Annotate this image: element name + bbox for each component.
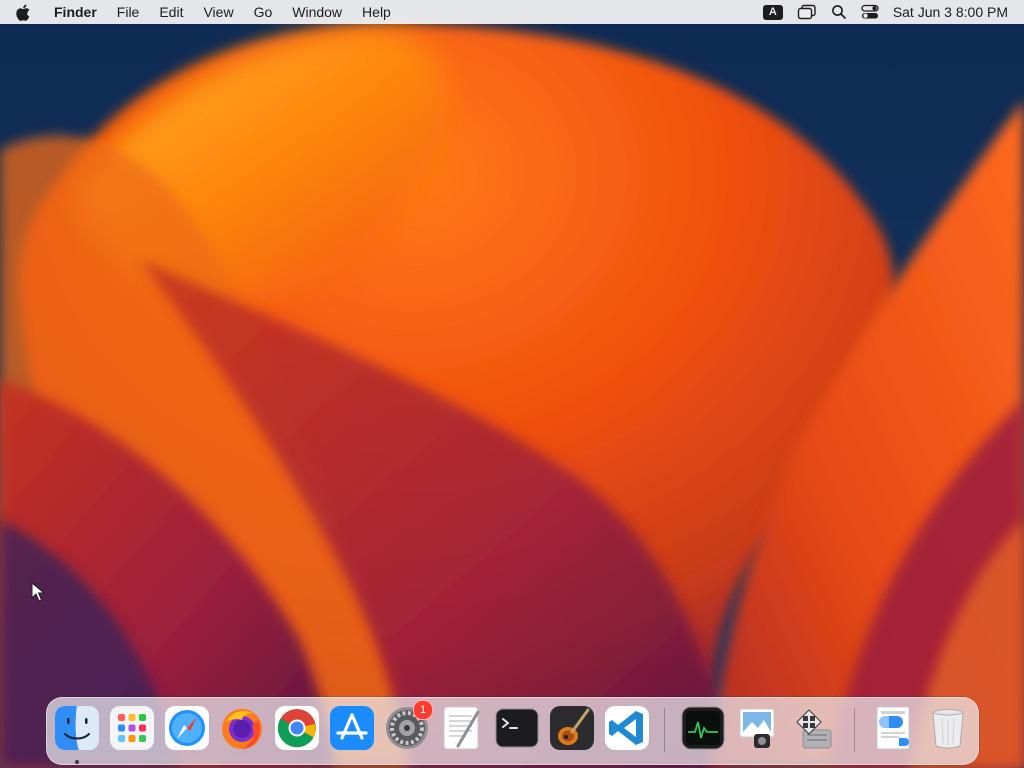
- spotlight-search-icon[interactable]: [831, 0, 847, 24]
- dock-item-boot-camp[interactable]: [789, 704, 837, 752]
- trash-icon: [932, 709, 964, 749]
- dock-item-firefox[interactable]: [218, 704, 266, 752]
- menu-help[interactable]: Help: [352, 0, 401, 24]
- downloads-stack-icon: [876, 706, 910, 750]
- chrome-icon: [275, 706, 319, 750]
- garageband-icon: [550, 706, 594, 750]
- safari-icon: [165, 706, 209, 750]
- app-store-icon: [330, 706, 374, 750]
- menu-edit[interactable]: Edit: [149, 0, 193, 24]
- dock-item-preview[interactable]: [734, 704, 782, 752]
- dock: 1: [46, 697, 979, 765]
- menu-window[interactable]: Window: [282, 0, 352, 24]
- dock-item-vscode[interactable]: [603, 704, 651, 752]
- menu-file[interactable]: File: [107, 0, 150, 24]
- terminal-icon: [495, 708, 539, 748]
- dock-item-garageband[interactable]: [548, 704, 596, 752]
- firefox-icon: [222, 709, 262, 749]
- mouse-pointer-icon: [31, 582, 45, 602]
- screen-mirroring-icon[interactable]: [797, 0, 817, 24]
- menu-bar-left: Finder File Edit View Go Window Help: [0, 0, 401, 24]
- menu-go[interactable]: Go: [244, 0, 283, 24]
- dock-item-downloads-stack[interactable]: [869, 704, 917, 752]
- desktop-wallpaper: [0, 0, 1024, 768]
- dock-item-launchpad[interactable]: [108, 704, 156, 752]
- menu-view[interactable]: View: [193, 0, 243, 24]
- textedit-icon: [443, 706, 480, 750]
- menu-bar-clock[interactable]: Sat Jun 3 8:00 PM: [893, 4, 1008, 20]
- dock-item-textedit[interactable]: [438, 704, 486, 752]
- input-source-menu[interactable]: A: [762, 0, 783, 24]
- menu-app-name[interactable]: Finder: [48, 0, 107, 24]
- dock-item-activity-monitor[interactable]: [679, 704, 727, 752]
- dock-separator: [664, 708, 665, 752]
- running-indicator: [75, 760, 79, 764]
- dock-item-system-settings[interactable]: 1: [383, 700, 433, 752]
- input-source-label: A: [762, 4, 783, 20]
- dock-item-chrome[interactable]: [273, 704, 321, 752]
- dock-separator: [854, 708, 855, 752]
- menu-bar: Finder File Edit View Go Window Help A S…: [0, 0, 1024, 24]
- vscode-icon: [605, 706, 649, 750]
- notification-badge: 1: [413, 700, 433, 720]
- activity-monitor-icon: [681, 706, 725, 750]
- dock-item-trash[interactable]: [924, 704, 972, 752]
- boot-camp-icon: [796, 709, 832, 749]
- launchpad-icon: [110, 706, 154, 750]
- dock-item-app-store[interactable]: [328, 704, 376, 752]
- finder-icon: [55, 706, 99, 750]
- apple-logo-icon[interactable]: [16, 2, 36, 22]
- dock-item-finder[interactable]: [53, 704, 101, 764]
- dock-item-terminal[interactable]: [493, 704, 541, 752]
- menu-bar-status-area: A Sat Jun 3 8:00 PM: [749, 0, 1024, 24]
- dock-item-safari[interactable]: [163, 704, 211, 752]
- preview-icon: [739, 708, 775, 748]
- control-center-icon[interactable]: [861, 0, 879, 24]
